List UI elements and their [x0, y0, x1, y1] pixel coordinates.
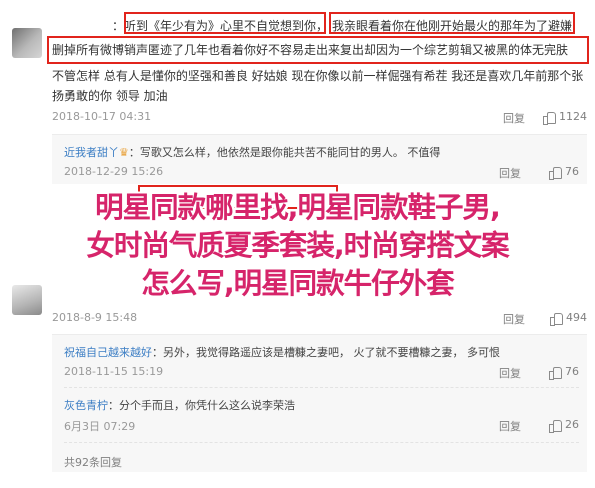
reply-item: 近我者甜丫♛：写歌又怎么样，他依然是跟你能共苦不能同甘的男人。 不值得	[64, 144, 440, 160]
reply-username[interactable]: 灰色青柠	[64, 399, 108, 412]
like-button[interactable]: 76	[549, 365, 579, 380]
highlight-box	[329, 12, 575, 34]
more-replies-link[interactable]: 共92条回复	[64, 454, 122, 470]
emoji-icon: ♛	[119, 146, 129, 159]
reply-meta: 2018-12-29 15:26 回复 76	[64, 165, 579, 181]
thumbs-up-icon	[543, 111, 556, 125]
like-count: 494	[566, 311, 587, 324]
like-count: 76	[565, 165, 579, 178]
reply-username[interactable]: 近我者甜丫	[64, 146, 119, 159]
reply-button[interactable]: 回复	[499, 165, 521, 181]
like-button[interactable]: 76	[549, 165, 579, 180]
timestamp: 2018-11-15 15:19	[64, 365, 164, 378]
timestamp: 2018-8-9 15:48	[52, 311, 138, 324]
reply-meta: 6月3日 07:29 回复 26	[64, 418, 579, 434]
reply-button[interactable]: 回复	[499, 365, 521, 381]
reply-button[interactable]: 回复	[503, 110, 525, 126]
reply-list: 近我者甜丫♛：写歌又怎么样，他依然是跟你能共苦不能同甘的男人。 不值得 2018…	[52, 134, 587, 184]
reply-text: ：另外，我觉得路遥应该是槽糠之妻吧， 火了就不要槽糠之妻， 多可恨	[152, 346, 500, 359]
overlay-text-line-2: 女时尚气质夏季套装,时尚穿搭文案	[86, 229, 509, 262]
like-count: 76	[565, 365, 579, 378]
overlay-text-line-3: 怎么写,明星同款牛仔外套	[141, 267, 454, 300]
highlight-box	[124, 12, 326, 34]
thumbs-up-icon	[549, 166, 562, 180]
reply-meta: 2018-11-15 15:19 回复 76	[64, 365, 579, 381]
like-count: 1124	[559, 110, 587, 123]
thumbs-up-icon	[549, 366, 562, 380]
like-count: 26	[565, 418, 579, 431]
reply-list: 祝福自己越来越好：另外，我觉得路遥应该是槽糠之妻吧， 火了就不要槽糠之妻， 多可…	[52, 334, 587, 472]
reply-text: ：写歌又怎么样，他依然是跟你能共苦不能同甘的男人。 不值得	[128, 146, 441, 159]
reply-item: 祝福自己越来越好：另外，我觉得路遥应该是槽糠之妻吧， 火了就不要槽糠之妻， 多可…	[64, 344, 500, 360]
overlay-text-line-1: 明星同款哪里找,明星同款鞋子男,	[95, 191, 501, 224]
divider	[64, 442, 579, 443]
reply-text: ：分个手而且，你凭什么这么说李荣浩	[108, 399, 295, 412]
comment-line-4: 扬勇敢的你 领导 加油	[52, 89, 168, 103]
timestamp: 2018-12-29 15:26	[64, 165, 164, 178]
reply-username[interactable]: 祝福自己越来越好	[64, 346, 152, 359]
thumbs-up-icon	[550, 312, 563, 326]
timestamp: 2018-10-17 04:31	[52, 110, 152, 123]
divider	[64, 387, 579, 388]
comment-meta: 2018-10-17 04:31 回复 1124	[52, 110, 587, 126]
thumbs-up-icon	[549, 419, 562, 433]
reply-button[interactable]: 回复	[503, 311, 525, 327]
comment-line-3: 不管怎样 总有人是懂你的坚强和善良 好姑娘 现在你像以前一样倔强有希茬 我还是喜…	[52, 69, 584, 83]
reply-item: 灰色青柠：分个手而且，你凭什么这么说李荣浩	[64, 397, 295, 413]
reply-button[interactable]: 回复	[499, 418, 521, 434]
comment-meta: 2018-8-9 15:48 回复 494	[52, 311, 587, 327]
comment-text: ：	[112, 19, 125, 33]
timestamp: 6月3日 07:29	[64, 420, 136, 433]
like-button[interactable]: 26	[549, 418, 579, 433]
highlight-box	[47, 36, 589, 64]
avatar[interactable]	[12, 28, 42, 58]
like-button[interactable]: 494	[550, 311, 587, 326]
like-button[interactable]: 1124	[543, 110, 587, 125]
